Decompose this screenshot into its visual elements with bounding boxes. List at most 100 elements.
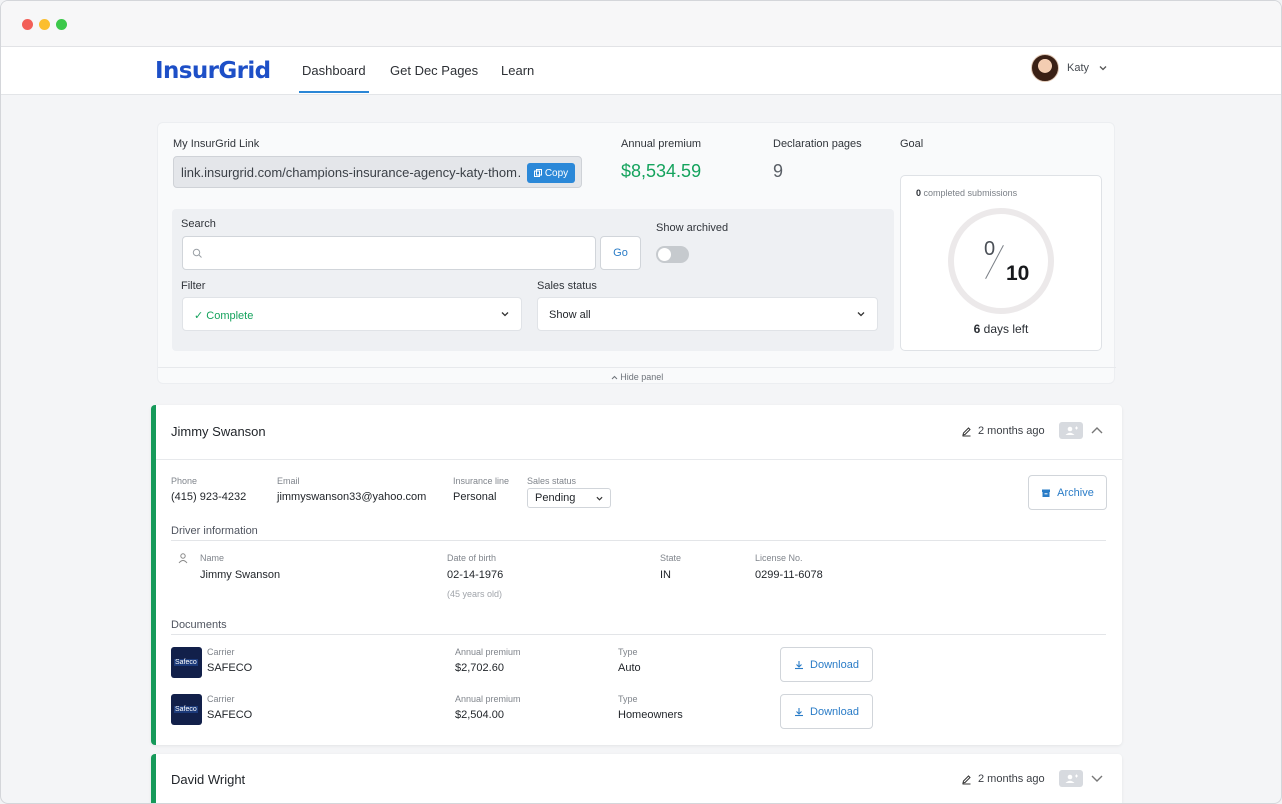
doc-premium-value: $2,504.00: [455, 709, 504, 721]
top-navbar: InsurGrid Dashboard Get Dec Pages Learn …: [1, 47, 1281, 95]
nav-get-dec-pages[interactable]: Get Dec Pages: [390, 63, 478, 78]
summary-panel: My InsurGrid Link link.insurgrid.com/cha…: [157, 122, 1116, 385]
days-left: 6 days left: [973, 322, 1029, 336]
nav-learn[interactable]: Learn: [501, 63, 534, 78]
chevron-up-icon[interactable]: [1091, 426, 1103, 434]
show-archived-toggle[interactable]: [656, 246, 689, 263]
email-value: jimmyswanson33@yahoo.com: [277, 491, 427, 503]
license-label: License No.: [755, 553, 803, 563]
assign-user-button[interactable]: [1059, 770, 1083, 787]
goal-card: 0 completed submissions 0 10 6 days left: [900, 175, 1102, 351]
hide-panel-button[interactable]: Hide panel: [158, 367, 1116, 385]
last-updated: 2 months ago: [961, 425, 1045, 437]
archive-button[interactable]: Archive: [1028, 475, 1107, 510]
sales-status-select[interactable]: Show all: [537, 297, 878, 331]
chevron-down-icon[interactable]: [1091, 775, 1103, 783]
client-sales-status-select[interactable]: Pending: [527, 488, 611, 508]
go-button[interactable]: Go: [600, 236, 641, 270]
declaration-pages-label: Declaration pages: [773, 138, 862, 150]
filter-select[interactable]: ✓ Complete: [182, 297, 522, 331]
edit-icon: [962, 426, 971, 436]
annual-premium-label: Annual premium: [621, 138, 702, 150]
show-archived-label: Show archived: [656, 222, 729, 234]
person-icon: [178, 553, 188, 564]
doc-type-value: Homeowners: [618, 709, 683, 721]
download-icon: [795, 660, 804, 669]
completed-submissions: 0 completed submissions: [916, 188, 1018, 198]
user-menu[interactable]: Katy: [1031, 54, 1107, 82]
client-name[interactable]: David Wright: [171, 772, 245, 787]
close-window-button[interactable]: [22, 19, 33, 30]
download-label: Download: [810, 705, 859, 718]
search-input[interactable]: [182, 236, 596, 270]
assign-user-button[interactable]: [1059, 422, 1083, 439]
driver-name-value: Jimmy Swanson: [200, 569, 281, 581]
carrier-logo: Safeco: [171, 647, 202, 678]
last-updated: 2 months ago: [961, 773, 1045, 785]
copy-button[interactable]: Copy: [527, 163, 575, 183]
goal-current: 0: [984, 238, 996, 260]
documents-heading: Documents: [171, 619, 227, 631]
carrier-value: SAFECO: [207, 709, 253, 721]
dob-value: 02-14-1976: [447, 569, 504, 581]
insurance-line-label: Insurance line: [453, 476, 510, 486]
state-label: State: [660, 553, 682, 563]
driver-name-label: Name: [200, 553, 225, 563]
avatar: [1031, 54, 1059, 82]
brand-logo[interactable]: InsurGrid: [155, 58, 271, 84]
archive-label: Archive: [1057, 486, 1094, 499]
toggle-knob: [658, 248, 671, 261]
doc-type-label: Type: [618, 647, 638, 657]
annual-premium-value: $8,534.59: [621, 161, 702, 181]
download-button[interactable]: Download: [780, 647, 873, 682]
goal-label: Goal: [900, 138, 924, 150]
insurgrid-link-field[interactable]: link.insurgrid.com/champions-insurance-a…: [173, 156, 582, 188]
minimize-window-button[interactable]: [39, 19, 50, 30]
doc-premium-value: $2,702.60: [455, 662, 504, 674]
search-label: Search: [181, 218, 216, 230]
declaration-pages-value: 9: [773, 161, 784, 181]
doc-premium-label: Annual premium: [455, 694, 521, 704]
download-button[interactable]: Download: [780, 694, 873, 729]
driver-age: (45 years old): [447, 589, 503, 599]
license-value: 0299-11-6078: [755, 569, 823, 581]
title-bar: [1, 1, 1281, 47]
section-divider: [171, 540, 1106, 541]
edit-icon: [962, 774, 971, 784]
chevron-down-icon: [596, 496, 603, 501]
doc-premium-label: Annual premium: [455, 647, 521, 657]
copy-label: Copy: [544, 167, 569, 179]
phone-label: Phone: [171, 476, 198, 486]
goal-target: 10: [1006, 262, 1030, 285]
chevron-down-icon: [1099, 66, 1107, 71]
carrier-label: Carrier: [207, 647, 235, 657]
email-label: Email: [277, 476, 300, 486]
nav-dashboard[interactable]: Dashboard: [299, 63, 369, 93]
filter-label: Filter: [181, 280, 206, 292]
doc-type-value: Auto: [618, 662, 641, 674]
download-label: Download: [810, 658, 859, 671]
sales-status-value: Show all: [549, 309, 591, 321]
user-add-icon: [1065, 426, 1078, 435]
dob-label: Date of birth: [447, 553, 497, 563]
client-sales-status-value: Pending: [535, 492, 576, 504]
goal-progress-ring: [948, 208, 1054, 314]
doc-type-label: Type: [618, 694, 638, 704]
maximize-window-button[interactable]: [56, 19, 67, 30]
chevron-down-icon: [857, 312, 865, 317]
driver-information-heading: Driver information: [171, 525, 258, 537]
hide-panel-label: Hide panel: [620, 372, 664, 382]
insurance-line-value: Personal: [453, 491, 497, 503]
client-sales-status-label: Sales status: [527, 476, 577, 486]
copy-icon: [533, 169, 542, 177]
client-name[interactable]: Jimmy Swanson: [171, 424, 266, 439]
chevron-down-icon: [501, 312, 509, 317]
user-add-icon: [1065, 774, 1078, 783]
sales-status-label: Sales status: [537, 280, 597, 292]
link-value: link.insurgrid.com/champions-insurance-a…: [181, 165, 521, 180]
card-divider: [156, 459, 1122, 460]
user-name: Katy: [1067, 62, 1090, 74]
archive-icon: [1042, 489, 1051, 497]
carrier-label: Carrier: [207, 694, 235, 704]
client-card: Jimmy Swanson 2 months ago Phone (415) 9…: [151, 405, 1122, 745]
